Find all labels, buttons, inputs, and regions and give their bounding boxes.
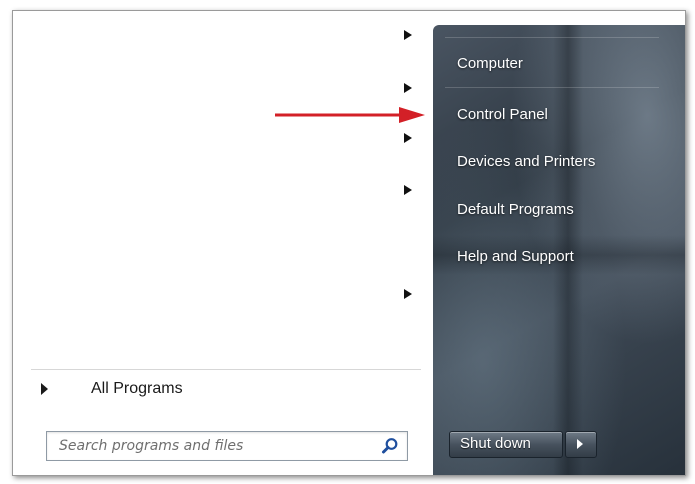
- menu-item-devices-and-printers[interactable]: Devices and Printers: [445, 145, 673, 179]
- menu-item-computer[interactable]: Computer: [445, 47, 673, 81]
- menu-item-label: Default Programs: [457, 201, 574, 218]
- menu-item-control-panel[interactable]: Control Panel: [445, 98, 673, 132]
- shutdown-options-button[interactable]: [565, 431, 597, 458]
- menu-item-label: Control Panel: [457, 106, 548, 123]
- jump-list-arrow-icon[interactable]: [404, 185, 412, 195]
- menu-item-label: Devices and Printers: [457, 153, 596, 170]
- shutdown-button[interactable]: Shut down: [449, 431, 563, 458]
- chevron-right-icon: [577, 439, 583, 449]
- search-input[interactable]: [47, 432, 362, 460]
- all-programs-label: All Programs: [91, 380, 183, 397]
- divider: [445, 87, 659, 88]
- jump-list-arrow-icon[interactable]: [404, 83, 412, 93]
- jump-list-arrow-icon[interactable]: [404, 30, 412, 40]
- places-pane: Computer Control Panel Devices and Print…: [433, 25, 685, 475]
- menu-item-label: Computer: [457, 55, 523, 72]
- shutdown-label: Shut down: [460, 435, 531, 452]
- annotation-arrow-icon: [275, 107, 425, 123]
- menu-item-label: Help and Support: [457, 248, 574, 265]
- menu-item-help-and-support[interactable]: Help and Support: [445, 240, 673, 274]
- jump-list-arrow-icon[interactable]: [404, 289, 412, 299]
- menu-item-default-programs[interactable]: Default Programs: [445, 193, 673, 227]
- programs-pane: All Programs: [13, 11, 433, 475]
- search-icon[interactable]: [381, 437, 399, 455]
- expand-arrow-icon: [41, 383, 48, 395]
- search-box[interactable]: [46, 431, 408, 461]
- all-programs-button[interactable]: All Programs: [31, 369, 421, 410]
- jump-list-arrow-icon[interactable]: [404, 133, 412, 143]
- start-menu: All Programs Computer Control Panel Devi…: [12, 10, 686, 476]
- divider: [445, 37, 659, 38]
